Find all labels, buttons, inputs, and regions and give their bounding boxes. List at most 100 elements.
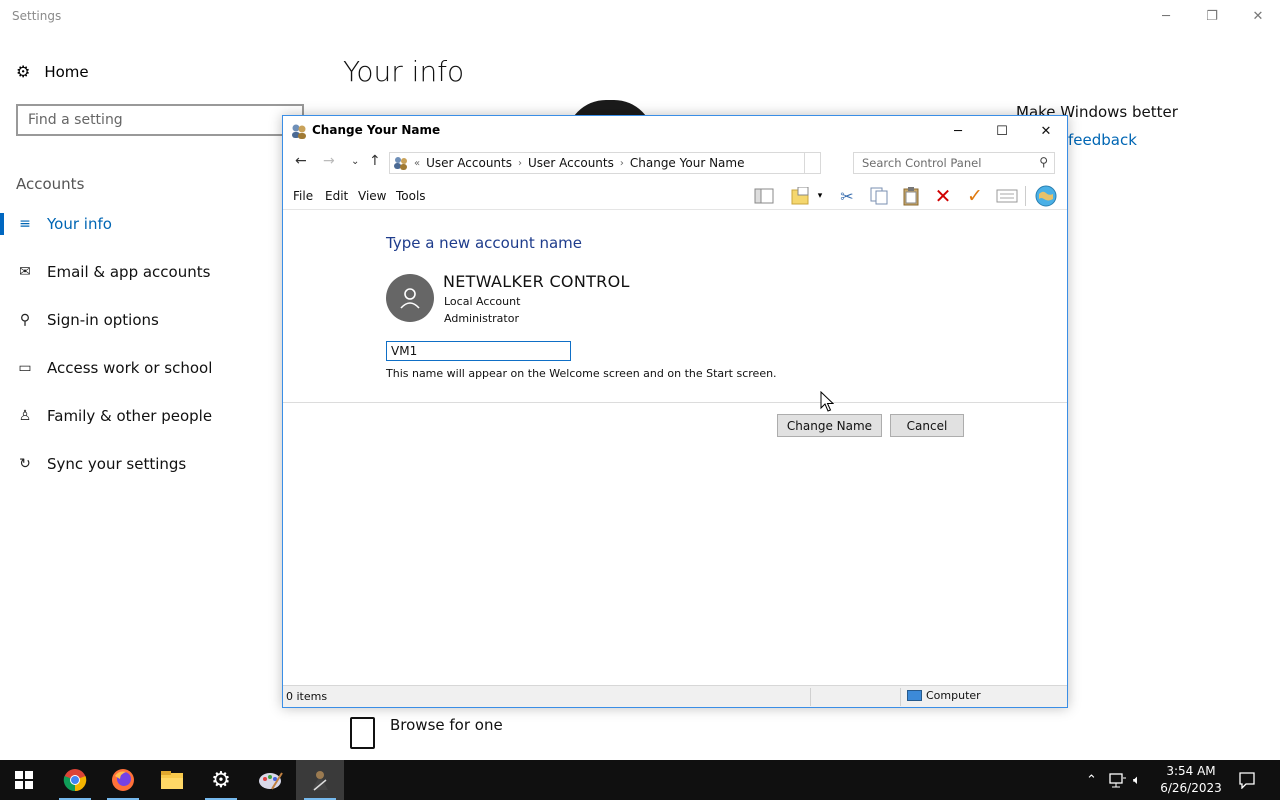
- checkmark-icon[interactable]: ✓: [963, 185, 987, 207]
- dialog-heading: Type a new account name: [386, 234, 583, 252]
- speaker-icon: 🔈︎: [1133, 772, 1141, 788]
- settings-icon: ⚙: [211, 767, 231, 793]
- paste-icon[interactable]: [899, 185, 923, 207]
- globe-icon[interactable]: [1034, 185, 1058, 207]
- network-icon: [1109, 773, 1126, 788]
- file-explorer-taskbar-button[interactable]: [148, 760, 196, 800]
- notification-icon: [1239, 772, 1255, 789]
- dialog-titlebar[interactable]: Change Your Name ─ ☐ ✕: [283, 116, 1067, 146]
- dialog-minimize-button[interactable]: ─: [936, 119, 980, 143]
- sidebar-item-family[interactable]: ♙ Family & other people: [16, 407, 212, 425]
- breadcrumb-item[interactable]: Change Your Name: [630, 156, 745, 170]
- delete-icon[interactable]: ✕: [931, 184, 955, 208]
- change-name-button[interactable]: Change Name: [777, 414, 882, 437]
- computer-icon: [907, 690, 922, 701]
- chrome-icon: [63, 769, 87, 792]
- search-icon[interactable]: ⚲: [1039, 155, 1048, 169]
- sidebar-item-your-info[interactable]: ≡ Your info: [16, 215, 112, 233]
- user-accounts-taskbar-button[interactable]: [296, 760, 344, 800]
- feedback-link[interactable]: feedback: [1068, 131, 1137, 149]
- paint-icon: [259, 772, 283, 790]
- user-avatar: [386, 274, 434, 322]
- chevron-right-icon[interactable]: ›: [620, 158, 624, 169]
- control-panel-icon: [394, 157, 407, 170]
- back-arrow-icon[interactable]: ←: [295, 153, 307, 169]
- breadcrumb-overflow[interactable]: «: [414, 158, 420, 169]
- preview-pane-icon[interactable]: [752, 185, 776, 207]
- person-icon: [400, 288, 420, 309]
- close-button[interactable]: ✕: [1235, 4, 1280, 28]
- new-account-name-input[interactable]: [386, 341, 571, 361]
- mouse-cursor-icon: [820, 391, 834, 412]
- person-add-icon: ♙: [18, 408, 32, 424]
- sidebar-item-work-school[interactable]: ▭ Access work or school: [16, 359, 212, 377]
- show-hidden-icons-button[interactable]: ⌃: [1086, 760, 1097, 800]
- chrome-taskbar-button[interactable]: [51, 760, 99, 800]
- dialog-close-button[interactable]: ✕: [1024, 119, 1068, 143]
- properties-icon[interactable]: [995, 185, 1019, 207]
- taskbar: ⚙ ⌃ 🔈︎ 3:54 AM 6/26/2023: [0, 760, 1280, 800]
- sidebar-item-label: Your info: [47, 215, 112, 233]
- breadcrumb-item[interactable]: User Accounts: [528, 156, 614, 170]
- account-role: Administrator: [444, 312, 519, 325]
- windows-start-icon: [15, 771, 33, 789]
- status-separator: [900, 688, 901, 706]
- user-accounts-icon: [312, 771, 328, 791]
- mail-icon: ✉: [19, 264, 31, 280]
- action-center-button[interactable]: [1238, 760, 1256, 800]
- sidebar-item-sign-in-options[interactable]: ⚲ Sign-in options: [16, 311, 159, 329]
- status-bar: 0 items Computer: [283, 685, 1067, 707]
- key-icon: ⚲: [19, 312, 31, 328]
- chevron-right-icon[interactable]: ›: [518, 158, 522, 169]
- breadcrumb[interactable]: « User Accounts › User Accounts › Change…: [389, 152, 821, 174]
- find-setting-input[interactable]: Find a setting: [16, 104, 304, 136]
- chevron-down-icon[interactable]: ▾: [813, 185, 827, 207]
- sidebar-item-sync[interactable]: ↻ Sync your settings: [16, 455, 186, 473]
- network-tray-button[interactable]: [1109, 760, 1127, 800]
- search-placeholder: Search Control Panel: [862, 156, 982, 170]
- recent-dropdown-icon[interactable]: ⌄: [351, 156, 359, 167]
- briefcase-icon: ▭: [18, 360, 32, 376]
- address-dropdown[interactable]: [804, 153, 820, 173]
- settings-window-title: Settings: [12, 9, 62, 23]
- taskbar-clock[interactable]: 3:54 AM 6/26/2023: [1152, 763, 1230, 797]
- breadcrumb-item[interactable]: User Accounts: [426, 156, 512, 170]
- name-hint-text: This name will appear on the Welcome scr…: [386, 367, 777, 380]
- page-title: Your info: [343, 55, 465, 88]
- menu-tools[interactable]: Tools: [396, 189, 426, 203]
- up-arrow-icon[interactable]: ↑: [369, 153, 381, 169]
- menu-file[interactable]: File: [293, 189, 313, 203]
- cancel-button[interactable]: Cancel: [890, 414, 964, 437]
- paint-taskbar-button[interactable]: [247, 760, 295, 800]
- sidebar-item-label: Sign-in options: [47, 311, 159, 329]
- user-accounts-icon: [292, 124, 306, 139]
- settings-taskbar-button[interactable]: ⚙: [197, 760, 245, 800]
- cut-icon[interactable]: ✂: [835, 185, 859, 207]
- search-control-panel-input[interactable]: Search Control Panel ⚲: [853, 152, 1055, 174]
- volume-tray-button[interactable]: 🔈︎: [1133, 760, 1141, 800]
- address-bar-row: ← → ⌄ ↑ « User Accounts › User Accounts …: [283, 150, 1067, 176]
- account-type: Local Account: [444, 295, 521, 308]
- sync-icon: ↻: [19, 456, 31, 472]
- clock-date: 6/26/2023: [1160, 781, 1222, 795]
- sidebar-item-email-accounts[interactable]: ✉ Email & app accounts: [16, 263, 210, 281]
- status-location: Computer: [907, 689, 981, 702]
- divider: [283, 402, 1067, 403]
- restore-button[interactable]: ❐: [1189, 4, 1235, 28]
- menu-edit[interactable]: Edit: [325, 189, 348, 203]
- dialog-maximize-button[interactable]: ☐: [980, 119, 1024, 143]
- start-button[interactable]: [0, 760, 48, 800]
- home-nav-item[interactable]: ⚙ Home: [16, 62, 89, 81]
- browse-file-icon[interactable]: [350, 717, 375, 749]
- account-name: NETWALKER CONTROL: [443, 272, 630, 291]
- forward-arrow-icon[interactable]: →: [323, 153, 335, 169]
- organize-icon[interactable]: [789, 185, 813, 207]
- firefox-taskbar-button[interactable]: [99, 760, 147, 800]
- item-count: 0 items: [286, 690, 328, 703]
- menu-view[interactable]: View: [358, 189, 386, 203]
- person-card-icon: ≡: [19, 216, 31, 232]
- browse-for-one-link[interactable]: Browse for one: [390, 716, 503, 734]
- minimize-button[interactable]: ─: [1143, 4, 1189, 28]
- status-separator: [810, 688, 811, 706]
- copy-icon[interactable]: [867, 185, 891, 207]
